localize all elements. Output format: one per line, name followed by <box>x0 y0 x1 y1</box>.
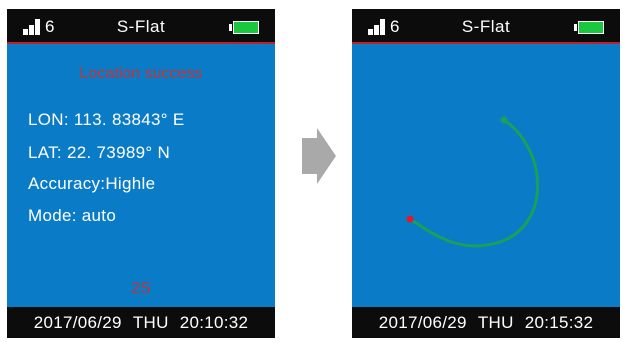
accuracy-label: Accuracy: <box>28 174 106 193</box>
track-end-point <box>500 116 508 124</box>
footer-day: THU <box>477 313 514 332</box>
gps-track-path <box>408 118 540 248</box>
footer-time: 20:10:32 <box>179 313 249 332</box>
gps-track-map <box>406 116 540 248</box>
mode-line: Mode: auto <box>28 206 116 226</box>
accuracy-value: Highle <box>105 174 156 193</box>
latitude-value: 22. 73989° N <box>67 143 171 162</box>
latitude-label: LAT: <box>28 143 62 162</box>
right-arrow-icon <box>302 128 336 184</box>
footer-time: 20:15:32 <box>524 313 594 332</box>
footer-date: 2017/06/29 <box>378 313 467 332</box>
device-screen-track: 6 S-Flat 2017/06/29 THU 20:15:32 <box>352 9 620 338</box>
footer-date: 2017/06/29 <box>33 313 122 332</box>
footer-day: THU <box>132 313 169 332</box>
battery-icon <box>229 21 259 34</box>
latitude-line: LAT: 22. 73989° N <box>28 143 170 163</box>
longitude-label: LON: <box>28 110 69 129</box>
location-status-text: Location success <box>79 65 203 82</box>
track-start-point <box>406 215 414 223</box>
date-time-bar: 2017/06/29 THU 20:15:32 <box>352 307 620 338</box>
mode-value: auto <box>81 206 117 225</box>
status-bar: 6 S-Flat <box>7 9 275 44</box>
date-time-bar: 2017/06/29 THU 20:10:32 <box>7 307 275 338</box>
countdown-text: 2S <box>131 280 151 297</box>
longitude-line: LON: 113. 83843° E <box>28 110 185 130</box>
mode-label: Mode: <box>28 206 77 225</box>
accuracy-line: Accuracy:Highle <box>28 174 155 194</box>
device-screen-location: 6 S-Flat Location success LON: 113. 8384… <box>7 9 275 338</box>
longitude-value: 113. 83843° E <box>73 110 185 129</box>
